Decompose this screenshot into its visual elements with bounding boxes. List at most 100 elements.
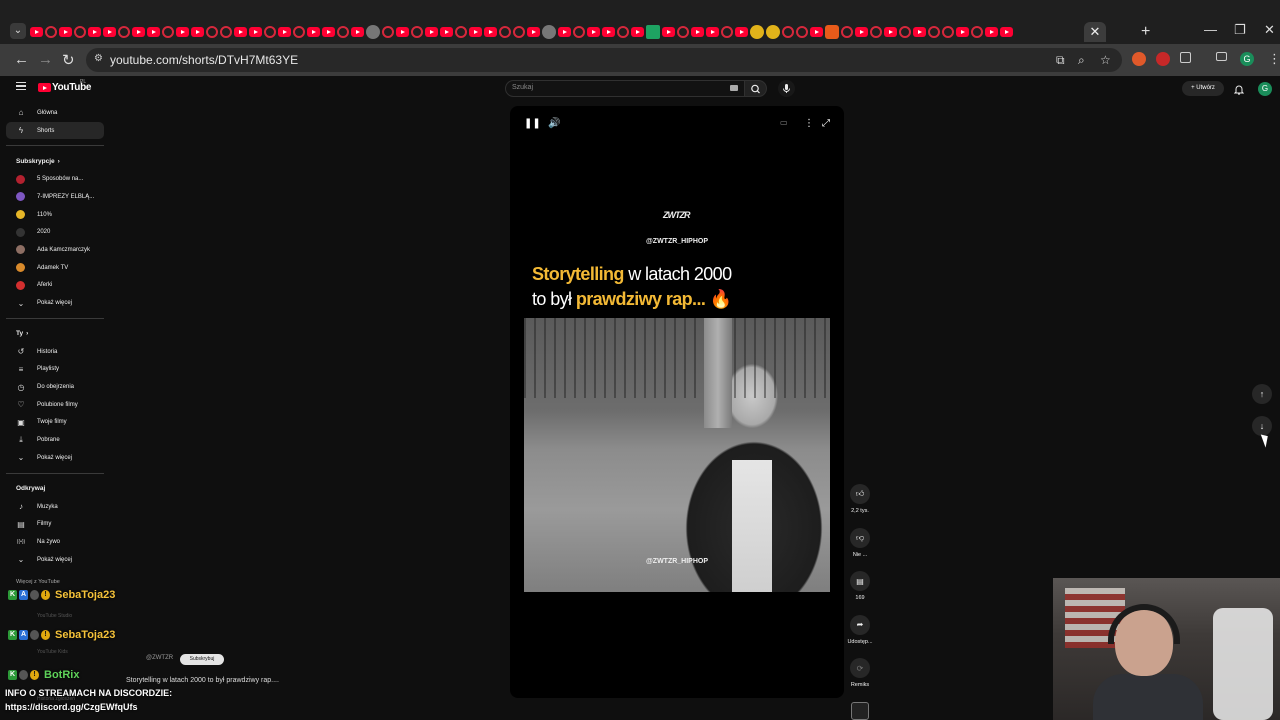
tab-favicon-icon[interactable] xyxy=(191,27,204,37)
tab-favicon-icon[interactable] xyxy=(307,27,320,37)
account-avatar[interactable]: G xyxy=(1258,82,1272,96)
share-button[interactable]: ➦ xyxy=(850,614,870,635)
restore-icon[interactable]: ❐ xyxy=(1234,22,1246,38)
tab-favicon-icon[interactable] xyxy=(810,27,823,37)
voice-search-button[interactable] xyxy=(778,80,795,97)
subscription-item[interactable]: 110% xyxy=(6,206,104,224)
tab-favicon-icon[interactable] xyxy=(59,27,72,37)
dislike-button[interactable]: 👎︎ xyxy=(850,527,870,548)
tab-favicon-icon[interactable] xyxy=(796,26,808,38)
tab-favicon-icon[interactable] xyxy=(425,27,438,37)
audio-thumbnail[interactable] xyxy=(851,701,869,720)
subscription-item[interactable]: Adamek TV xyxy=(6,259,104,277)
tab-favicon-icon[interactable] xyxy=(913,27,926,37)
tab-favicon-icon[interactable] xyxy=(706,27,719,37)
pause-icon[interactable]: ❚❚ xyxy=(524,118,541,129)
subscription-item[interactable]: Aferki xyxy=(6,277,104,295)
bookmark-star-icon[interactable]: ☆ xyxy=(1100,53,1111,67)
short-channel-handle[interactable]: @ZWTZR xyxy=(146,655,173,661)
search-button[interactable] xyxy=(745,80,767,97)
tab-favicon-icon[interactable] xyxy=(337,26,349,38)
tab-favicon-icon[interactable] xyxy=(841,26,853,38)
tab-favicon-icon[interactable] xyxy=(440,27,453,37)
tab-favicon-icon[interactable] xyxy=(278,27,291,37)
tab-favicon-icon[interactable] xyxy=(234,27,247,37)
tab-favicon-icon[interactable] xyxy=(513,26,525,38)
tab-favicon-icon[interactable] xyxy=(956,27,969,37)
tab-favicon-icon[interactable] xyxy=(469,27,482,37)
sidebar-item-downloads[interactable]: ⤓ Pobrane xyxy=(6,431,104,449)
tab-favicon-icon[interactable] xyxy=(322,27,335,37)
tab-favicon-icon[interactable] xyxy=(662,27,675,37)
tab-favicon-icon[interactable] xyxy=(855,27,868,37)
tab-favicon-icon[interactable] xyxy=(1000,27,1013,37)
extensions-puzzle-icon[interactable] xyxy=(1180,52,1191,63)
tab-favicon-icon[interactable] xyxy=(103,27,116,37)
sidebar-item-music[interactable]: ♪ Muzyka xyxy=(6,498,104,516)
zoom-icon[interactable]: ⌕ xyxy=(1078,53,1085,68)
create-button[interactable]: + Utwórz xyxy=(1182,81,1224,96)
fullscreen-icon[interactable]: ⤢ xyxy=(822,118,830,129)
tab-favicon-icon[interactable] xyxy=(249,27,262,37)
short-player[interactable]: ❚❚ 🔊 ▭ ⋮ ⤢ ZWTZR @ZWTZR_HIPHOP Storytell… xyxy=(510,106,844,698)
tab-favicon-icon[interactable] xyxy=(870,26,882,38)
tab-favicon-icon[interactable] xyxy=(396,27,409,37)
tab-favicon-icon[interactable] xyxy=(484,27,497,37)
sidebar-item-liked[interactable]: ♡ Polubione filmy xyxy=(6,396,104,414)
tab-search-button[interactable]: ⌄ xyxy=(10,23,26,39)
tab-favicon-icon[interactable] xyxy=(646,25,660,39)
reload-icon[interactable]: ↻ xyxy=(62,51,75,69)
keyboard-icon[interactable] xyxy=(730,85,738,91)
more-options-icon[interactable]: ⋮ xyxy=(804,118,814,129)
forward-icon[interactable]: → xyxy=(38,51,53,68)
tab-favicon-icon[interactable] xyxy=(928,26,940,38)
tab-favicon-icon[interactable] xyxy=(884,27,897,37)
subscription-item[interactable]: 5 Sposobów na... xyxy=(6,170,104,188)
tab-favicon-icon[interactable] xyxy=(558,27,571,37)
sidebar-item-history[interactable]: ↺ Historia xyxy=(6,343,104,361)
show-more-explore[interactable]: ⌄ Pokaż więcej xyxy=(6,551,104,569)
tab-favicon-icon[interactable] xyxy=(782,26,794,38)
subscription-item[interactable]: 2020 xyxy=(6,223,104,241)
explore-header[interactable]: Odkrywaj xyxy=(0,480,110,498)
sidebar-item-home[interactable]: ⌂ Główna xyxy=(6,104,104,122)
tab-favicon-icon[interactable] xyxy=(691,27,704,37)
tab-favicon-icon[interactable] xyxy=(293,26,305,38)
tab-favicon-icon[interactable] xyxy=(527,27,540,37)
tab-favicon-icon[interactable] xyxy=(942,26,954,38)
captions-icon[interactable]: ▭ xyxy=(780,118,788,127)
site-info-icon[interactable]: ⚙ xyxy=(94,53,108,67)
install-app-icon[interactable]: ⧉ xyxy=(1056,53,1065,68)
tab-favicon-icon[interactable] xyxy=(825,25,839,39)
browser-profile-avatar[interactable]: G xyxy=(1240,52,1254,66)
video-frame[interactable]: @ZWTZR_HIPHOP xyxy=(524,318,830,592)
tab-favicon-icon[interactable] xyxy=(147,27,160,37)
tab-favicon-icon[interactable] xyxy=(74,26,86,38)
adblock-extension-icon[interactable] xyxy=(1156,52,1170,66)
sidebar-item-movies[interactable]: ▤ Filmy xyxy=(6,515,104,533)
tab-favicon-icon[interactable] xyxy=(132,27,145,37)
volume-icon[interactable]: 🔊 xyxy=(548,118,560,129)
notifications-bell-icon[interactable] xyxy=(1233,82,1245,95)
youtube-logo-icon[interactable] xyxy=(38,83,51,92)
sidebar-item-your-videos[interactable]: ▣ Twoje filmy xyxy=(6,414,104,432)
search-input[interactable]: Szukaj xyxy=(505,80,745,97)
close-window-icon[interactable]: ✕ xyxy=(1264,22,1275,38)
previous-short-button[interactable]: ↑ xyxy=(1252,384,1272,404)
url-text[interactable]: youtube.com/shorts/DTvH7Mt63YE xyxy=(110,53,298,67)
tab-favicon-icon[interactable] xyxy=(631,27,644,37)
tab-favicon-icon[interactable] xyxy=(162,26,174,38)
you-header[interactable]: Ty › xyxy=(0,325,110,343)
browser-menu-icon[interactable]: ⋮ xyxy=(1268,51,1280,67)
tab-favicon-icon[interactable] xyxy=(45,26,57,38)
subscribe-button[interactable]: Subskrybuj xyxy=(180,654,224,665)
tab-favicon-icon[interactable] xyxy=(411,26,423,38)
show-more-subscriptions[interactable]: ⌄ Pokaż więcej xyxy=(6,294,104,312)
subscription-item[interactable]: Ada Kamczmarczyk xyxy=(6,241,104,259)
extension-icon[interactable] xyxy=(1132,52,1146,66)
tab-favicon-icon[interactable] xyxy=(573,26,585,38)
tab-favicon-icon[interactable] xyxy=(542,25,556,39)
sidebar-item-live[interactable]: ((•)) Na żywo xyxy=(6,533,104,551)
tab-favicon-icon[interactable] xyxy=(766,25,780,39)
active-tab-close-button[interactable]: ✕ xyxy=(1084,22,1106,42)
